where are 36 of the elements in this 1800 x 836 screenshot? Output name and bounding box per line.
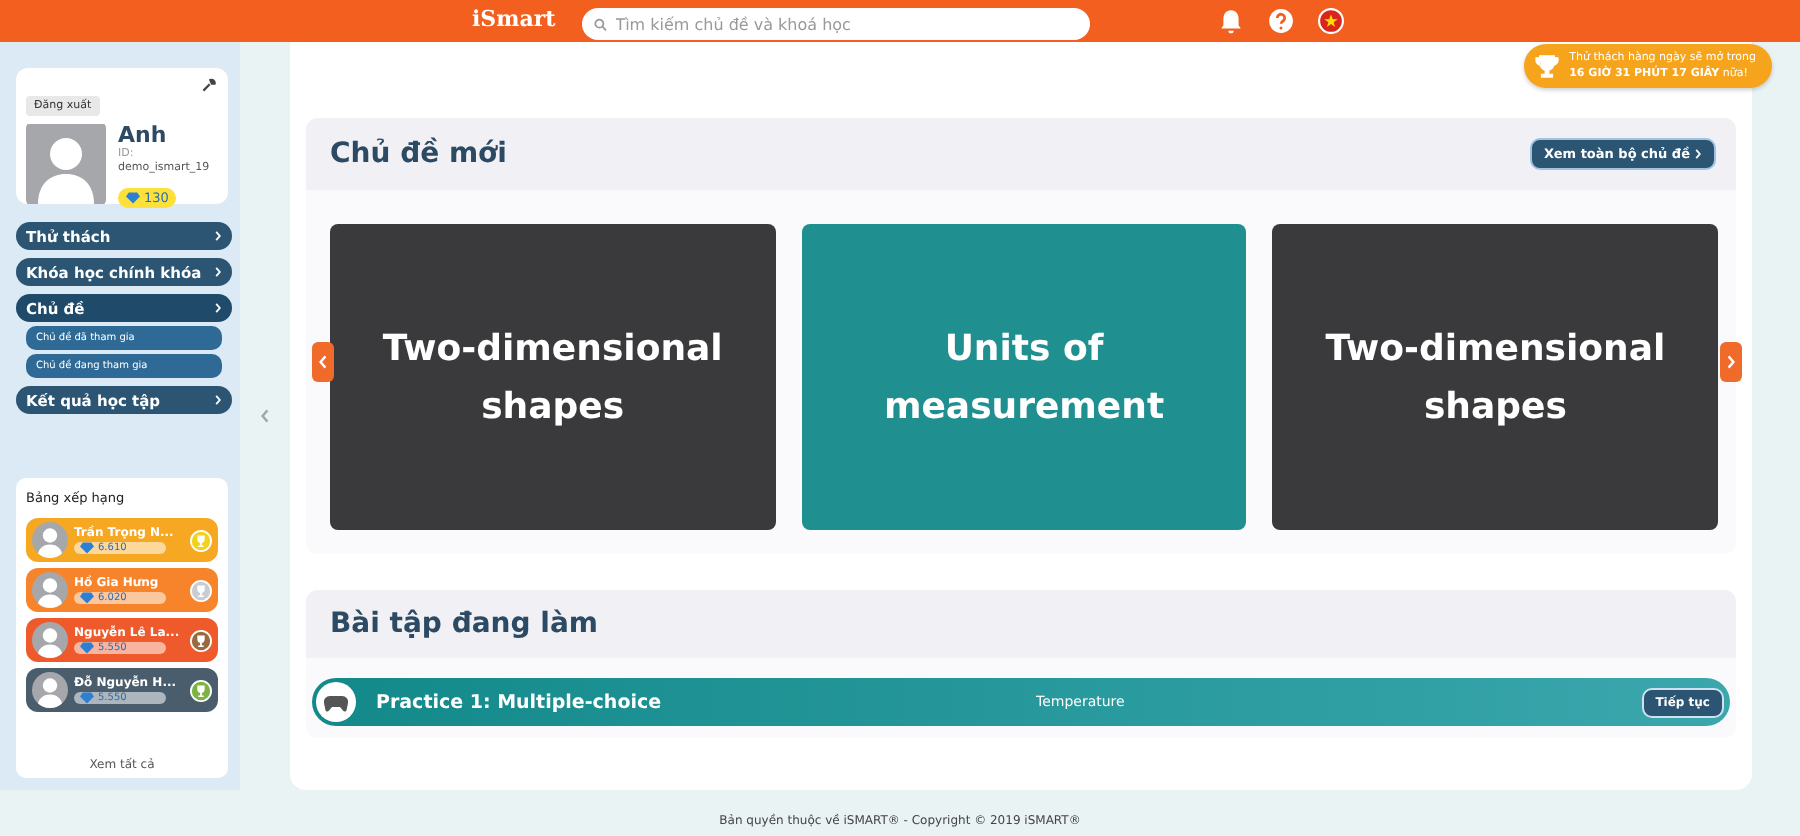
chevron-right-icon — [214, 266, 222, 278]
exercise-title: Practice 1: Multiple-choice — [376, 691, 664, 713]
topic-card[interactable]: Units of measurement — [801, 224, 1247, 530]
user-name: Anh — [118, 122, 169, 148]
search-bar[interactable]: Tìm kiếm chủ đề và khoá học — [582, 8, 1090, 40]
diamond-icon — [80, 542, 94, 554]
search-field[interactable]: Tìm kiếm chủ đề và khoá học — [615, 15, 1078, 33]
diamond-icon — [80, 642, 94, 654]
chevron-left-icon — [318, 354, 328, 370]
trophy-icon — [1533, 54, 1560, 78]
diamond-icon — [126, 192, 140, 204]
avatar-silhouette-icon — [32, 672, 68, 708]
chevron-right-icon — [1694, 148, 1702, 161]
topic-card[interactable]: Two-dimensional shapes — [330, 224, 776, 530]
help-icon[interactable] — [1268, 8, 1294, 34]
wrench-icon[interactable] — [202, 78, 216, 92]
chevron-right-icon — [1726, 354, 1736, 370]
bell-icon[interactable] — [1218, 8, 1244, 34]
previous-button[interactable] — [312, 342, 334, 382]
chevron-right-icon — [214, 230, 222, 242]
avatar-silhouette-icon — [32, 622, 68, 658]
chevron-right-icon — [214, 302, 222, 314]
gamepad-icon — [324, 693, 348, 711]
next-button[interactable] — [1720, 342, 1742, 382]
diamond-icon — [80, 592, 94, 604]
collapse-toggle[interactable] — [260, 408, 270, 424]
flag-icon[interactable] — [1318, 8, 1344, 34]
chevron-right-icon — [214, 394, 222, 406]
search-icon — [594, 17, 608, 31]
topic-card[interactable]: Two-dimensional shapes — [1272, 224, 1719, 530]
section-title: Bài tập đang làm — [330, 608, 598, 640]
chevron-left-icon — [260, 408, 270, 424]
avatar-silhouette-icon — [32, 572, 68, 608]
avatar-silhouette-icon — [32, 522, 68, 558]
section-title: Chủ đề mới — [330, 138, 507, 170]
diamond-icon — [80, 692, 94, 704]
